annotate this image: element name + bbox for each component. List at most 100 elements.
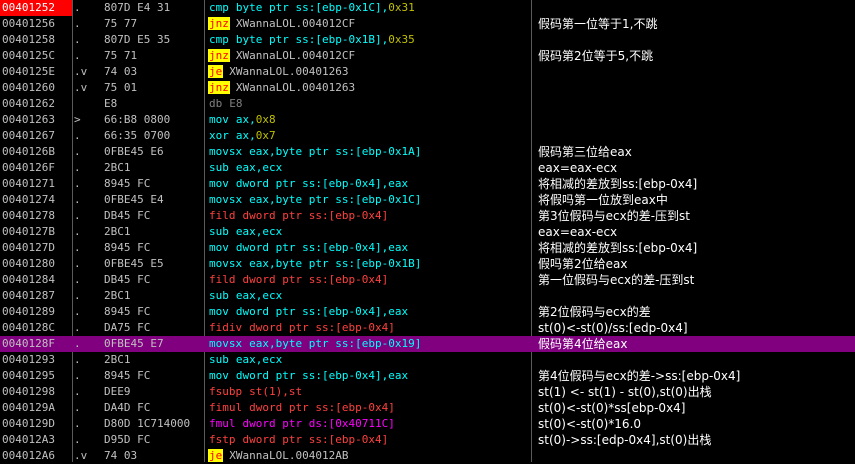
row-address[interactable]: 0040127B xyxy=(0,224,72,240)
disasm-row[interactable]: 00401274. 0FBE45 E4 movsx eax,byte ptr ss:[… xyxy=(0,192,855,208)
row-address[interactable]: 00401280 xyxy=(0,256,72,272)
row-instruction[interactable]: sub eax,ecx xyxy=(208,160,528,176)
row-instruction[interactable]: sub eax,ecx xyxy=(208,288,528,304)
row-address[interactable]: 0040129A xyxy=(0,400,72,416)
row-comment[interactable]: 第2位假码与ecx的差 xyxy=(538,304,855,320)
disasm-row[interactable]: 00401271. 8945 FC mov dword ptr ss:[ebp-0x4… xyxy=(0,176,855,192)
row-instruction[interactable]: fsubp st(1),st xyxy=(208,384,528,400)
row-address[interactable]: 00401295 xyxy=(0,368,72,384)
disasm-row[interactable]: 00401295. 8945 FC mov dword ptr ss:[ebp-0x4… xyxy=(0,368,855,384)
row-instruction[interactable]: sub eax,ecx xyxy=(208,224,528,240)
row-comment[interactable] xyxy=(538,32,855,48)
disasm-row[interactable]: 00401280. 0FBE45 E5 movsx eax,byte ptr ss:[… xyxy=(0,256,855,272)
row-comment[interactable]: 第4位假码与ecx的差->ss:[ebp-0x4] xyxy=(538,368,855,384)
row-instruction[interactable]: fimul dword ptr ss:[ebp-0x4] xyxy=(208,400,528,416)
row-address[interactable]: 0040126F xyxy=(0,160,72,176)
row-address[interactable]: 00401258 xyxy=(0,32,72,48)
row-instruction[interactable]: fild dword ptr ss:[ebp-0x4] xyxy=(208,272,528,288)
row-comment[interactable]: 将假吗第一位放到eax中 xyxy=(538,192,855,208)
row-instruction[interactable]: cmp byte ptr ss:[ebp-0x1B],0x35 xyxy=(208,32,528,48)
row-comment[interactable]: 假码第三位给eax xyxy=(538,144,855,160)
row-instruction[interactable]: fidiv dword ptr ss:[ebp-0x4] xyxy=(208,320,528,336)
row-address[interactable]: 00401278 xyxy=(0,208,72,224)
disasm-row[interactable]: 0040125E .v 74 03 je XWannaLOL.00401263 xyxy=(0,64,855,80)
row-instruction[interactable]: mov dword ptr ss:[ebp-0x4],eax xyxy=(208,176,528,192)
disasm-row[interactable]: 0040125C. 75 71 jnz XWannaLOL.004012CF 假码第2位… xyxy=(0,48,855,64)
disasm-row[interactable]: 0040129A. DA4D FC fimul dword ptr ss:[ebp-0… xyxy=(0,400,855,416)
row-address[interactable]: 00401260 xyxy=(0,80,72,96)
row-address[interactable]: 00401267 xyxy=(0,128,72,144)
row-comment[interactable]: 将相减的差放到ss:[ebp-0x4] xyxy=(538,176,855,192)
disasm-row[interactable]: 004012A3. D95D FC fstp dword ptr ss:[ebp-0x… xyxy=(0,432,855,448)
row-comment[interactable] xyxy=(538,64,855,80)
disassembly-listing[interactable]: 00401252. 807D E4 31 cmp byte ptr ss:[ebp-0… xyxy=(0,0,855,462)
row-instruction[interactable]: mov dword ptr ss:[ebp-0x4],eax xyxy=(208,240,528,256)
row-comment[interactable] xyxy=(538,96,855,112)
row-instruction[interactable]: jnz XWannaLOL.004012CF xyxy=(208,48,528,64)
row-comment[interactable]: 假码第一位等于1,不跳 xyxy=(538,16,855,32)
row-comment[interactable]: eax=eax-ecx xyxy=(538,160,855,176)
row-instruction[interactable]: fstp dword ptr ss:[ebp-0x4] xyxy=(208,432,528,448)
row-instruction[interactable]: cmp byte ptr ss:[ebp-0x1C],0x31 xyxy=(208,0,528,16)
disasm-row[interactable]: 00401293. 2BC1 sub eax,ecx xyxy=(0,352,855,368)
row-address[interactable]: 00401289 xyxy=(0,304,72,320)
row-comment[interactable] xyxy=(538,288,855,304)
row-address[interactable]: 00401274 xyxy=(0,192,72,208)
row-address[interactable]: 0040126B xyxy=(0,144,72,160)
disasm-row[interactable]: 0040127B. 2BC1 sub eax,ecx eax=eax-ecx xyxy=(0,224,855,240)
row-comment[interactable]: st(0)->ss:[edp-0x4],st(0)出栈 xyxy=(538,432,855,448)
disasm-row[interactable]: 0040126F. 2BC1 sub eax,ecx eax=eax-ecx xyxy=(0,160,855,176)
disasm-row[interactable]: 00401267. 66:35 0700 xor ax,0x7 xyxy=(0,128,855,144)
row-comment[interactable]: 假码第2位等于5,不跳 xyxy=(538,48,855,64)
disasm-row[interactable]: 0040128F. 0FBE45 E7 movsx eax,byte ptr ss:[… xyxy=(0,336,855,352)
row-instruction[interactable]: mov ax,0x8 xyxy=(208,112,528,128)
row-comment[interactable] xyxy=(538,352,855,368)
row-instruction[interactable]: mov dword ptr ss:[ebp-0x4],eax xyxy=(208,368,528,384)
row-comment[interactable]: eax=eax-ecx xyxy=(538,224,855,240)
row-instruction[interactable]: xor ax,0x7 xyxy=(208,128,528,144)
row-instruction[interactable]: jnz XWannaLOL.004012CF xyxy=(208,16,528,32)
row-instruction[interactable]: movsx eax,byte ptr ss:[ebp-0x19] xyxy=(208,336,528,352)
disasm-row[interactable]: 00401298. DEE9 fsubp st(1),st st(1) <- st(1)… xyxy=(0,384,855,400)
row-comment[interactable] xyxy=(538,80,855,96)
row-address[interactable]: 004012A3 xyxy=(0,432,72,448)
row-comment[interactable] xyxy=(538,128,855,144)
disasm-row[interactable]: 00401284. DB45 FC fild dword ptr ss:[ebp-0x… xyxy=(0,272,855,288)
row-comment[interactable] xyxy=(538,112,855,128)
row-address[interactable]: 00401263 xyxy=(0,112,72,128)
disasm-row[interactable]: 00401278. DB45 FC fild dword ptr ss:[ebp-0x… xyxy=(0,208,855,224)
row-instruction[interactable]: mov dword ptr ss:[ebp-0x4],eax xyxy=(208,304,528,320)
row-instruction[interactable]: movsx eax,byte ptr ss:[ebp-0x1B] xyxy=(208,256,528,272)
disasm-row[interactable]: 00401258. 807D E5 35 cmp byte ptr ss:[ebp-0… xyxy=(0,32,855,48)
row-comment[interactable]: 第一位假码与ecx的差-压到st xyxy=(538,272,855,288)
disasm-row[interactable]: 0040126B. 0FBE45 E6 movsx eax,byte ptr ss:[… xyxy=(0,144,855,160)
disasm-row[interactable]: 00401263 >66:B8 0800 mov ax,0x8 xyxy=(0,112,855,128)
row-instruction[interactable]: movsx eax,byte ptr ss:[ebp-0x1C] xyxy=(208,192,528,208)
disasm-row[interactable]: 00401260 .v 75 01 jnz XWannaLOL.00401263 xyxy=(0,80,855,96)
row-instruction[interactable]: fild dword ptr ss:[ebp-0x4] xyxy=(208,208,528,224)
row-address[interactable]: 0040127D xyxy=(0,240,72,256)
row-address[interactable]: 0040125C xyxy=(0,48,72,64)
row-comment[interactable]: st(0)<-st(0)*16.0 xyxy=(538,416,855,432)
row-instruction[interactable]: sub eax,ecx xyxy=(208,352,528,368)
disasm-row[interactable]: 00401262 E8 db E8 xyxy=(0,96,855,112)
row-address[interactable]: 00401287 xyxy=(0,288,72,304)
row-address[interactable]: 00401271 xyxy=(0,176,72,192)
row-address[interactable]: 00401284 xyxy=(0,272,72,288)
row-address[interactable]: 00401252 xyxy=(0,0,72,16)
row-comment[interactable]: st(1) <- st(1) - st(0),st(0)出栈 xyxy=(538,384,855,400)
row-comment[interactable]: 第3位假码与ecx的差-压到st xyxy=(538,208,855,224)
disasm-row[interactable]: 00401287. 2BC1 sub eax,ecx xyxy=(0,288,855,304)
disasm-row[interactable]: 00401252. 807D E4 31 cmp byte ptr ss:[ebp-0… xyxy=(0,0,855,16)
row-instruction[interactable]: je XWannaLOL.00401263 xyxy=(208,64,528,80)
row-comment[interactable]: 假吗第2位给eax xyxy=(538,256,855,272)
disasm-row[interactable]: 0040127D. 8945 FC mov dword ptr ss:[ebp-0x4… xyxy=(0,240,855,256)
row-address[interactable]: 0040125E xyxy=(0,64,72,80)
row-address[interactable]: 00401256 xyxy=(0,16,72,32)
row-comment[interactable]: st(0)<-st(0)*ss[ebp-0x4] xyxy=(538,400,855,416)
disasm-row[interactable]: 00401289. 8945 FC mov dword ptr ss:[ebp-0x4… xyxy=(0,304,855,320)
row-instruction[interactable]: fmul dword ptr ds:[0x40711C] xyxy=(208,416,528,432)
row-comment[interactable]: 假码第4位给eax xyxy=(538,336,855,352)
disasm-row[interactable]: 00401256. 75 77 jnz XWannaLOL.004012CF 假码第一位… xyxy=(0,16,855,32)
disasm-row[interactable]: 0040129D. D80D 1C714000 fmul dword ptr ds:[… xyxy=(0,416,855,432)
